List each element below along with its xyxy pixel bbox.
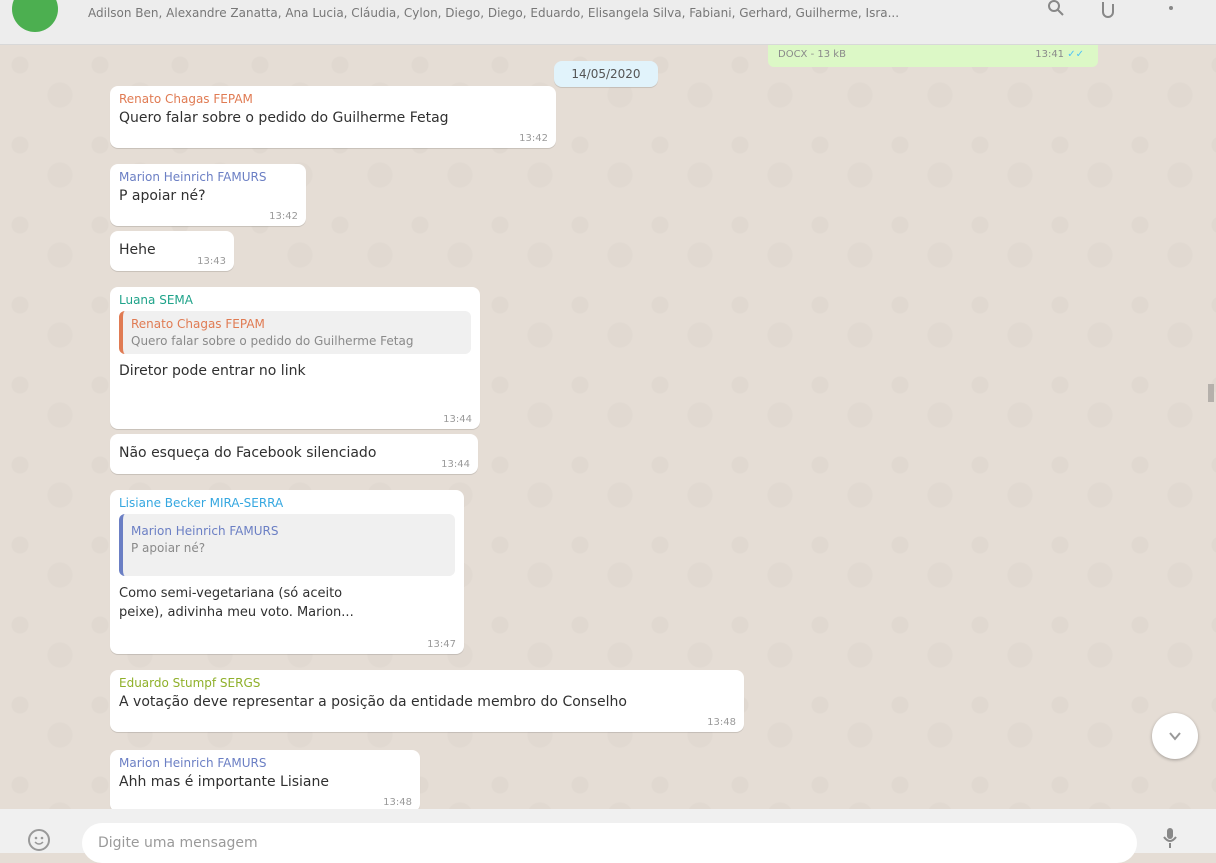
scrollbar-thumb[interactable]: [1208, 384, 1214, 402]
message-bubble[interactable]: Marion Heinrich FAMURS P apoiar né? 13:4…: [110, 164, 306, 226]
microphone-icon[interactable]: [1162, 827, 1178, 856]
sender-name[interactable]: Lisiane Becker MIRA-SERRA: [119, 496, 455, 510]
read-tick-icon: ✓✓: [1067, 49, 1084, 60]
message-text: Diretor pode entrar no link: [119, 363, 306, 379]
group-avatar[interactable]: [12, 0, 58, 32]
date-divider: 14/05/2020: [554, 61, 658, 87]
quoted-text: P apoiar né?: [131, 541, 206, 555]
participants-list[interactable]: Adilson Ben, Alexandre Zanatta, Ana Luci…: [88, 6, 1008, 20]
message-bubble[interactable]: Lisiane Becker MIRA-SERRA Marion Heinric…: [110, 490, 464, 654]
message-time: 13:43: [197, 256, 226, 267]
message-text: Não esqueça do Facebook silenciado: [119, 445, 377, 461]
message-time: 13:42: [519, 133, 548, 144]
compose-bar: [0, 809, 1216, 863]
sender-name[interactable]: Renato Chagas FEPAM: [119, 92, 547, 106]
chevron-down-icon: [1169, 732, 1181, 741]
message-time: 13:41 ✓✓: [1035, 49, 1084, 60]
chat-area[interactable]: DOCX - 13 kB 13:41 ✓✓ 14/05/2020 Renato …: [0, 45, 1216, 809]
quoted-sender: Renato Chagas FEPAM: [131, 317, 265, 331]
scroll-down-button[interactable]: [1152, 713, 1198, 759]
more-vertical-icon[interactable]: [1168, 0, 1174, 25]
sender-name[interactable]: Marion Heinrich FAMURS: [119, 170, 297, 184]
message-bubble[interactable]: Marion Heinrich FAMURS Ahh mas é importa…: [110, 750, 420, 809]
search-icon[interactable]: [1046, 0, 1066, 25]
message-time: 13:44: [443, 414, 472, 425]
quoted-message[interactable]: Marion Heinrich FAMURS P apoiar né?: [119, 514, 455, 576]
message-bubble[interactable]: Não esqueça do Facebook silenciado 13:44: [110, 434, 478, 474]
message-bubble[interactable]: Renato Chagas FEPAM Quero falar sobre o …: [110, 86, 556, 148]
message-time: 13:47: [427, 639, 456, 650]
message-time: 13:44: [441, 459, 470, 470]
message-text: P apoiar né?: [119, 188, 206, 204]
message-bubble[interactable]: Eduardo Stumpf SERGS A votação deve repr…: [110, 670, 744, 732]
message-bubble[interactable]: Hehe 13:43: [110, 231, 234, 271]
paperclip-icon[interactable]: [1100, 0, 1116, 25]
message-bubble[interactable]: Luana SEMA Renato Chagas FEPAM Quero fal…: [110, 287, 480, 429]
sender-name[interactable]: Eduardo Stumpf SERGS: [119, 676, 735, 690]
message-time: 13:48: [707, 717, 736, 728]
chat-header: Adilson Ben, Alexandre Zanatta, Ana Luci…: [0, 0, 1216, 45]
message-text: Ahh mas é importante Lisiane: [119, 774, 329, 790]
sender-name[interactable]: Marion Heinrich FAMURS: [119, 756, 411, 770]
emoji-icon[interactable]: [28, 829, 50, 851]
outgoing-document-message[interactable]: DOCX - 13 kB 13:41 ✓✓: [768, 45, 1098, 67]
message-input[interactable]: [82, 823, 1137, 863]
message-time: 13:42: [269, 211, 298, 222]
quoted-text: Quero falar sobre o pedido do Guilherme …: [131, 334, 414, 348]
message-text: Quero falar sobre o pedido do Guilherme …: [119, 110, 449, 126]
message-text: Como semi-vegetariana (só aceito peixe),…: [119, 586, 354, 620]
sender-name[interactable]: Luana SEMA: [119, 293, 471, 307]
message-time: 13:48: [383, 797, 412, 808]
document-info: DOCX - 13 kB: [778, 49, 846, 60]
quoted-sender: Marion Heinrich FAMURS: [131, 524, 279, 538]
message-text: A votação deve representar a posição da …: [119, 694, 627, 710]
quoted-message[interactable]: Renato Chagas FEPAM Quero falar sobre o …: [119, 311, 471, 354]
